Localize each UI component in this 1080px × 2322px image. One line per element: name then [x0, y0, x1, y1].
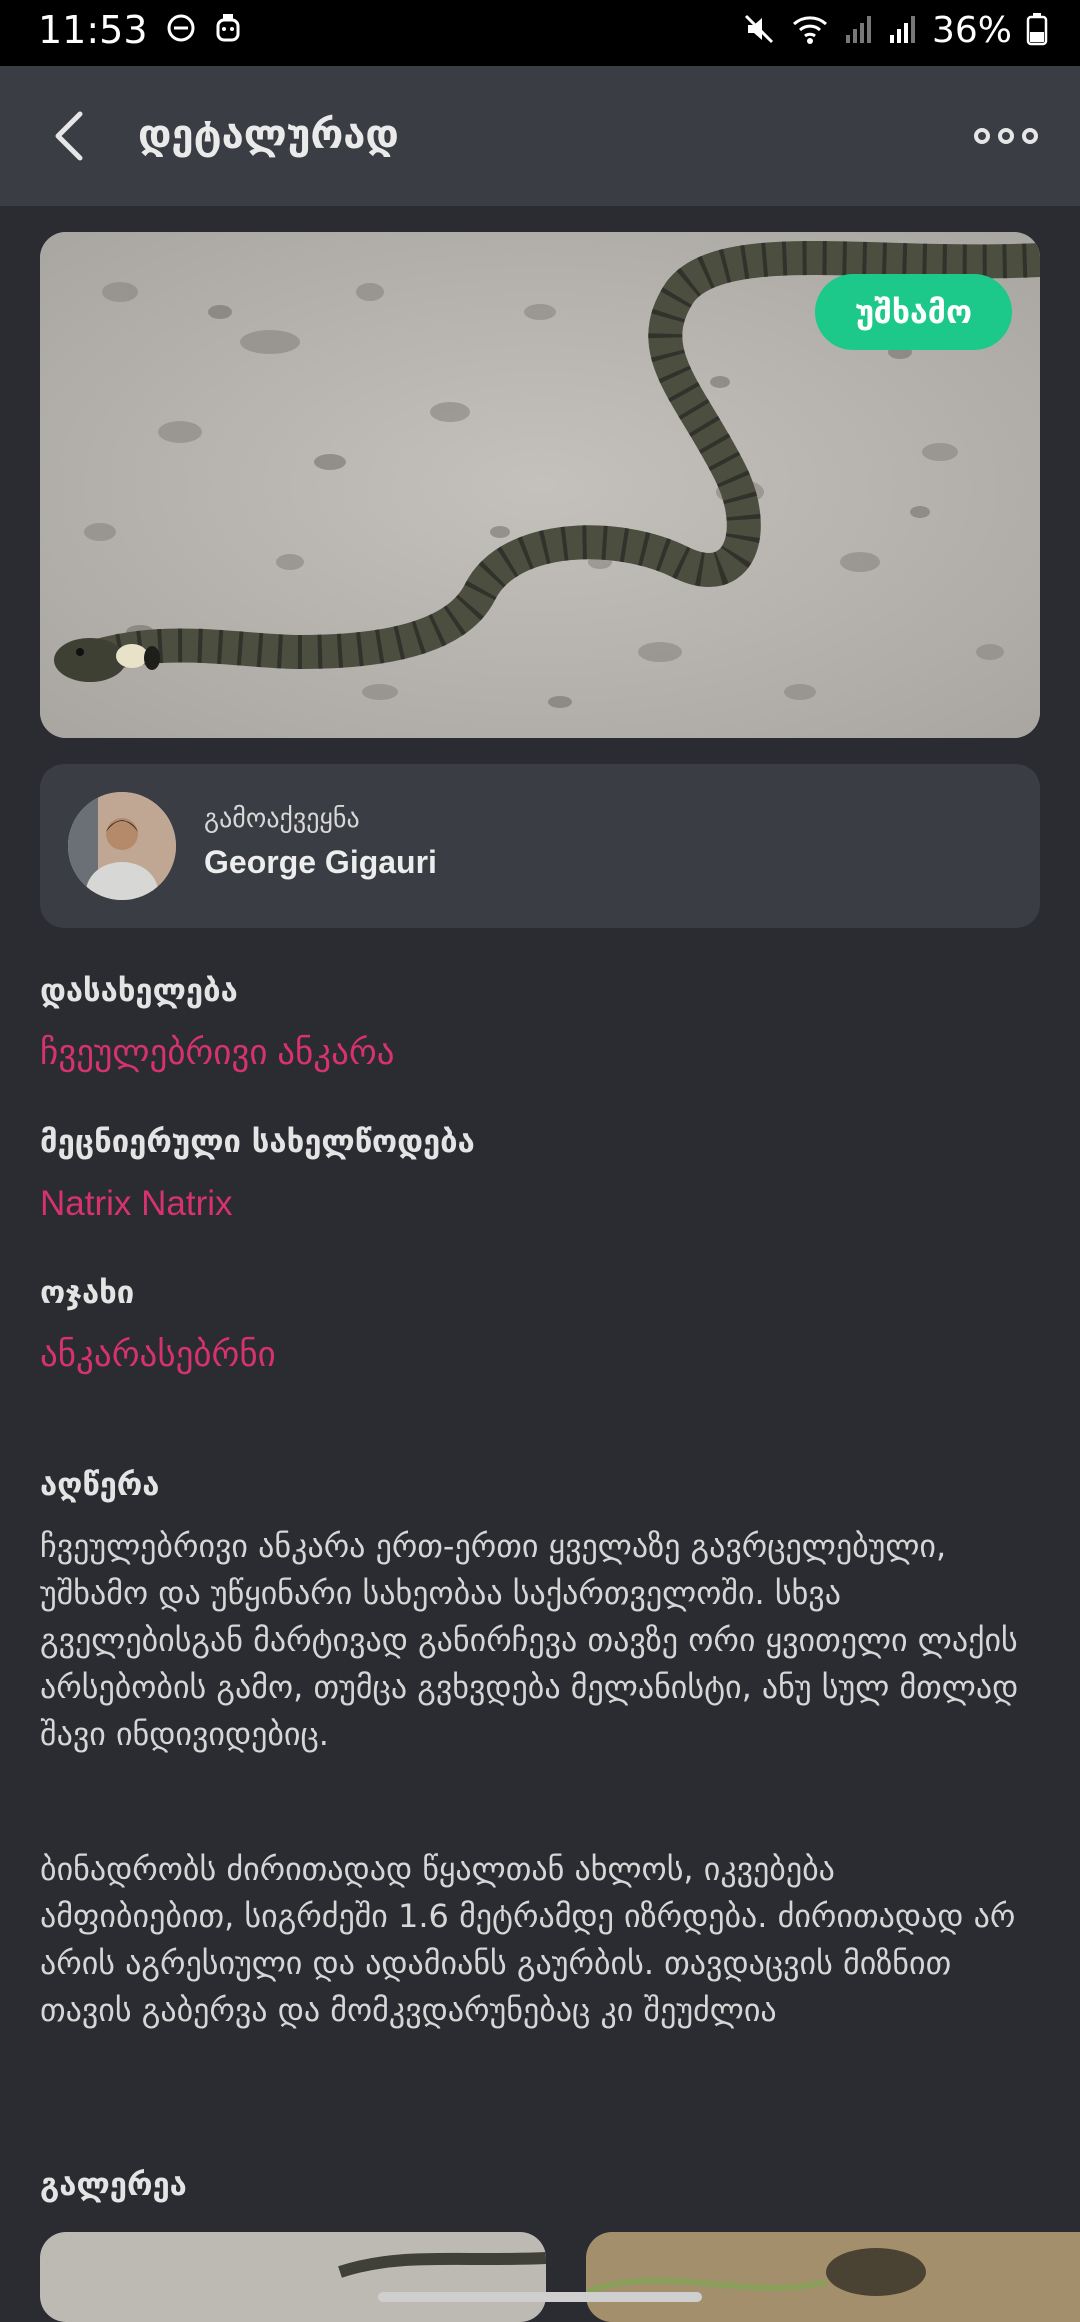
gallery-thumbnail[interactable] — [40, 2232, 546, 2322]
assistant-icon — [214, 12, 242, 48]
wifi-icon — [790, 12, 830, 50]
page-title: დეტალურად — [138, 112, 399, 158]
battery-text: 36% — [931, 10, 1012, 51]
status-bar: 11:53 36% — [0, 0, 1080, 66]
status-right: 36% — [742, 10, 1048, 51]
description-paragraph-1: ჩვეულებრივი ანკარა ერთ-ერთი ყველაზე გავრ… — [40, 1527, 1019, 1753]
author-label: გამოაქვეყნა — [204, 804, 360, 834]
description-paragraph-2: ბინადრობს ძირითადად წყალთან ახლოს, იკვებ… — [40, 1850, 1016, 2029]
gallery-thumbnail[interactable] — [586, 2232, 1080, 2322]
home-indicator[interactable] — [378, 2292, 702, 2302]
name-value: ჩვეულებრივი ანკარა — [40, 1033, 395, 1072]
more-options-button[interactable] — [974, 116, 1044, 156]
author-card[interactable]: გამოაქვეყნა George Gigauri — [40, 764, 1040, 928]
battery-icon — [1026, 12, 1048, 50]
hero-photo: უშხამო — [40, 232, 1040, 738]
scientific-name-label: მეცნიერული სახელწოდება — [40, 1124, 475, 1160]
description-label: აღწერა — [40, 1467, 160, 1503]
scientific-name-value: Natrix Natrix — [40, 1184, 233, 1223]
app-header: დეტალურად — [0, 66, 1080, 206]
family-value: ანკარასებრნი — [40, 1335, 276, 1374]
name-label: დასახელება — [40, 973, 238, 1009]
author-name: George Gigauri — [204, 844, 437, 880]
more-dot-icon — [974, 128, 990, 144]
avatar — [68, 792, 176, 900]
gallery-label: გალერეა — [40, 2167, 187, 2203]
dnd-icon — [166, 13, 196, 47]
signal-icon-2 — [888, 13, 918, 49]
mute-icon — [742, 12, 776, 50]
signal-icon-1 — [844, 13, 874, 49]
status-left: 11:53 — [38, 8, 242, 52]
more-dot-icon — [1022, 128, 1038, 144]
chevron-left-icon — [55, 111, 83, 161]
status-time: 11:53 — [38, 8, 148, 52]
back-button[interactable] — [44, 106, 104, 166]
more-dot-icon — [998, 128, 1014, 144]
family-label: ოჯახი — [40, 1275, 135, 1311]
non-venomous-badge: უშხამო — [815, 274, 1012, 350]
